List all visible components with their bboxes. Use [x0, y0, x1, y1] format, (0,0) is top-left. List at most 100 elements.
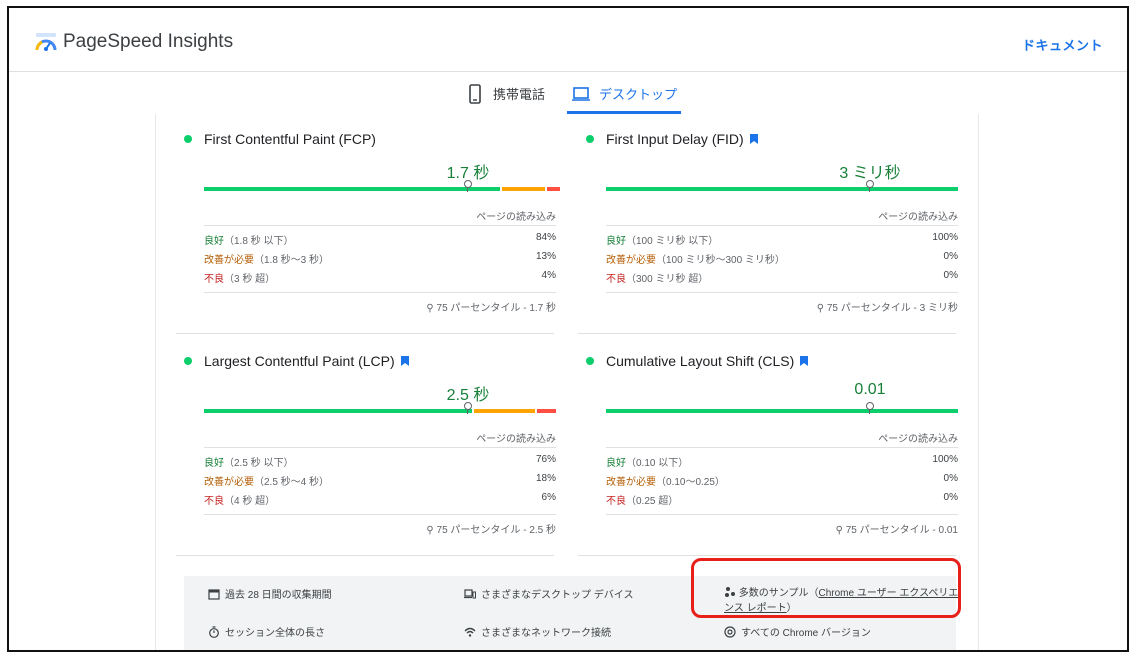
- rating-label: 改善が必要: [204, 477, 254, 488]
- bookmark-icon[interactable]: [800, 356, 809, 366]
- laptop-icon: [572, 87, 590, 101]
- rating-label: 良好: [204, 236, 224, 247]
- chrome-icon: [724, 625, 736, 638]
- rating-range: （0.25 超）: [626, 496, 679, 507]
- rating-label: 不良: [204, 496, 224, 507]
- rating-label: 不良: [204, 274, 224, 285]
- distribution-segment-poor: [536, 409, 556, 413]
- tab-desktop-label: デスクトップ: [599, 87, 678, 102]
- distribution-row: 改善が必要（1.8 秒〜3 秒） 13%: [204, 251, 556, 266]
- distribution-bar-cls: [606, 409, 958, 413]
- timer-icon: [209, 625, 219, 638]
- rating-range: （300 ミリ秒 超）: [626, 274, 709, 285]
- rating-label: 改善が必要: [606, 255, 656, 266]
- divider: [578, 333, 956, 334]
- devices-info: さまざまなデスクトップ デバイス: [464, 586, 633, 601]
- rating-percentage: 6%: [541, 492, 556, 503]
- distribution-segment-poor: [547, 187, 560, 191]
- percentile-marker-icon: [866, 180, 874, 192]
- wifi-icon: [464, 627, 476, 637]
- divider: [578, 555, 956, 556]
- rating-percentage: 100%: [932, 232, 958, 243]
- rating-range: （1.8 秒 以下）: [224, 236, 294, 247]
- distribution-bar-lcp: [204, 409, 556, 413]
- pin-icon: ⚲: [426, 303, 437, 314]
- rating-label: 不良: [606, 496, 626, 507]
- rating-label: 不良: [606, 274, 626, 285]
- distribution-segment-good: [204, 409, 472, 413]
- rating-range: （3 秒 超）: [224, 274, 276, 285]
- distribution-segment-good: [606, 187, 958, 191]
- documentation-link[interactable]: ドキュメント: [1022, 35, 1103, 54]
- rating-percentage: 0%: [943, 473, 958, 484]
- tab-mobile[interactable]: 携帯電話: [465, 84, 545, 114]
- pin-icon: ⚲: [835, 525, 846, 536]
- p75-label: ⚲ 75 パーセンタイル - 3 ミリ秒: [816, 303, 958, 314]
- session-info: セッション全体の長さ: [208, 624, 325, 639]
- rating-percentage: 4%: [541, 270, 556, 281]
- rating-range: （100 ミリ秒 以下）: [626, 236, 719, 247]
- divider: [204, 514, 556, 515]
- status-dot-icon: [184, 135, 192, 143]
- page-load-label: ページの読み込み: [878, 434, 958, 445]
- distribution-row: 良好（100 ミリ秒 以下） 100%: [606, 232, 958, 247]
- distribution-row: 良好（1.8 秒 以下） 84%: [204, 232, 556, 247]
- highlight-annotation: [691, 558, 961, 618]
- percentile-marker-icon: [464, 180, 472, 192]
- divider: [606, 225, 958, 226]
- divider: [204, 225, 556, 226]
- metric-card-cls: Cumulative Layout Shift (CLS) 0.01 ページの読み…: [578, 336, 962, 550]
- distribution-row: 不良（4 秒 超） 6%: [204, 492, 556, 507]
- tab-desktop[interactable]: デスクトップ: [567, 84, 682, 114]
- metric-title-lcp: Largest Contentful Paint (LCP): [184, 353, 409, 369]
- rating-percentage: 13%: [535, 251, 556, 262]
- rating-label: 改善が必要: [204, 255, 254, 266]
- metric-title-cls: Cumulative Layout Shift (CLS): [586, 353, 809, 369]
- metric-value-cls: 0.01: [854, 381, 886, 398]
- page-load-label: ページの読み込み: [878, 212, 958, 223]
- rating-percentage: 18%: [535, 473, 556, 484]
- percentile-marker-icon: [464, 402, 472, 414]
- browser-frame: PageSpeed Insights ドキュメント 携帯電話 デスクトップ 過去…: [7, 6, 1129, 652]
- divider: [606, 292, 958, 293]
- divider: [606, 514, 958, 515]
- rating-label: 改善が必要: [606, 477, 656, 488]
- rating-label: 良好: [606, 458, 626, 469]
- bookmark-icon[interactable]: [400, 356, 409, 366]
- distribution-row: 不良（300 ミリ秒 超） 0%: [606, 270, 958, 285]
- metric-title-fid: First Input Delay (FID): [586, 131, 758, 147]
- percentile-marker-icon: [866, 402, 874, 414]
- rating-percentage: 84%: [535, 232, 556, 243]
- rating-percentage: 0%: [943, 492, 958, 503]
- status-dot-icon: [586, 357, 594, 365]
- rating-label: 良好: [204, 458, 224, 469]
- rating-range: （100 ミリ秒〜300 ミリ秒）: [656, 255, 785, 266]
- divider: [204, 292, 556, 293]
- distribution-segment-good: [204, 187, 500, 191]
- distribution-row: 改善が必要（100 ミリ秒〜300 ミリ秒） 0%: [606, 251, 958, 266]
- distribution-row: 改善が必要（0.10〜0.25） 0%: [606, 473, 958, 488]
- divider: [176, 555, 554, 556]
- rating-percentage: 0%: [943, 270, 958, 281]
- distribution-segment-ni: [473, 409, 535, 413]
- rating-label: 良好: [606, 236, 626, 247]
- distribution-bar-fcp: [204, 187, 560, 191]
- pin-icon: ⚲: [816, 303, 827, 314]
- calendar-icon: [208, 588, 220, 600]
- page-load-label: ページの読み込み: [476, 434, 556, 445]
- metric-card-fid: First Input Delay (FID) 3 ミリ秒 ページの読み込み 良好…: [578, 114, 962, 328]
- distribution-row: 良好（2.5 秒 以下） 76%: [204, 454, 556, 469]
- distribution-segment-ni: [501, 187, 546, 191]
- divider: [176, 333, 554, 334]
- device-tabs: 携帯電話 デスクトップ: [9, 72, 1127, 114]
- rating-percentage: 76%: [535, 454, 556, 465]
- page-load-label: ページの読み込み: [476, 212, 556, 223]
- bookmark-icon[interactable]: [749, 134, 758, 144]
- rating-percentage: 0%: [943, 251, 958, 262]
- tab-mobile-label: 携帯電話: [493, 87, 546, 102]
- p75-label: ⚲ 75 パーセンタイル - 1.7 秒: [426, 303, 556, 314]
- distribution-row: 改善が必要（2.5 秒〜4 秒） 18%: [204, 473, 556, 488]
- distribution-segment-good: [606, 409, 958, 413]
- distribution-row: 不良（3 秒 超） 4%: [204, 270, 556, 285]
- rating-range: （2.5 秒〜4 秒）: [254, 477, 330, 488]
